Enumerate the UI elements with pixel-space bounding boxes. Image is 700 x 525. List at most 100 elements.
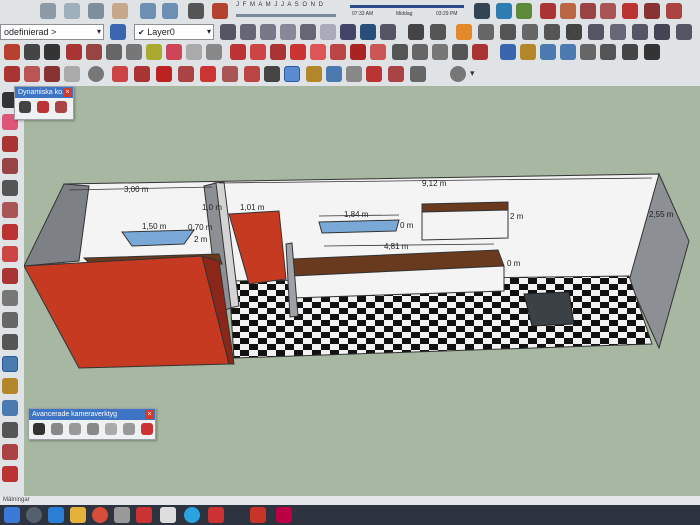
app-icon-3[interactable] — [160, 507, 176, 523]
close-icon[interactable]: × — [145, 410, 154, 419]
axes-icon[interactable] — [472, 44, 488, 60]
solid-tools-icon[interactable] — [310, 44, 326, 60]
fit-icon[interactable] — [580, 44, 596, 60]
zoom-window-icon[interactable] — [610, 24, 626, 40]
camera-look-icon[interactable] — [51, 423, 63, 435]
paint-bucket-icon[interactable] — [24, 66, 40, 82]
print-icon[interactable] — [188, 3, 204, 19]
circle-icon[interactable] — [126, 44, 142, 60]
explorer-icon[interactable] — [70, 507, 86, 523]
tool-icon-2[interactable] — [222, 66, 238, 82]
undo-icon[interactable] — [140, 3, 156, 19]
sandbox-icon-3[interactable] — [580, 3, 596, 19]
copy-icon[interactable] — [64, 3, 80, 19]
orbit-tool-icon[interactable] — [2, 356, 18, 372]
rotate-tool-icon[interactable] — [2, 246, 18, 262]
trim-icon[interactable] — [350, 44, 366, 60]
search-icon[interactable] — [26, 507, 42, 523]
dynamic-components-panel[interactable]: Dynamiska ko... × — [14, 86, 74, 120]
sandbox-icon-4[interactable] — [600, 3, 616, 19]
tool-icon-7[interactable] — [346, 66, 362, 82]
camera-reset-icon[interactable] — [123, 423, 135, 435]
tag-icon[interactable] — [112, 66, 128, 82]
split-icon[interactable] — [370, 44, 386, 60]
intersect-icon[interactable] — [330, 44, 346, 60]
offset-icon[interactable] — [166, 44, 182, 60]
pencil-icon[interactable] — [66, 44, 82, 60]
extension-icon[interactable] — [430, 24, 446, 40]
arc-icon[interactable] — [86, 44, 102, 60]
protractor-icon[interactable] — [432, 44, 448, 60]
scale-icon[interactable] — [270, 44, 286, 60]
walk-through-icon[interactable] — [600, 44, 616, 60]
line-tool-icon[interactable] — [2, 136, 18, 152]
dimension-icon[interactable] — [412, 44, 428, 60]
tool-icon-10[interactable] — [410, 66, 426, 82]
entity-info-icon[interactable] — [110, 24, 126, 40]
paint-tool-icon[interactable] — [2, 466, 18, 482]
skype-icon[interactable] — [184, 507, 200, 523]
view-top-icon[interactable] — [260, 24, 276, 40]
camera-target-icon[interactable] — [141, 423, 153, 435]
look-icon[interactable] — [544, 24, 560, 40]
eraser-icon[interactable] — [64, 66, 80, 82]
select-icon[interactable] — [4, 66, 20, 82]
section-tool-icon[interactable] — [2, 444, 18, 460]
gear-icon[interactable] — [178, 66, 194, 82]
camera-create-icon[interactable] — [33, 423, 45, 435]
pan-icon[interactable] — [520, 44, 536, 60]
redo-icon[interactable] — [162, 3, 178, 19]
camera-tools-panel[interactable]: Avancerade kameraverktyg × — [28, 408, 156, 440]
rotate-icon[interactable] — [250, 44, 266, 60]
app-icon-5[interactable] — [276, 507, 292, 523]
text-tool-icon[interactable] — [2, 334, 18, 350]
layer-dropdown[interactable]: ✔ Layer0 ▾ — [134, 24, 214, 40]
arrow-icon[interactable] — [134, 66, 150, 82]
walk-icon[interactable] — [522, 24, 538, 40]
camera-frustum-icon[interactable] — [87, 423, 99, 435]
circle-tool-icon[interactable] — [88, 66, 104, 82]
offset-tool-icon[interactable] — [2, 290, 18, 306]
app-icon-1[interactable] — [114, 507, 130, 523]
position-icon[interactable] — [566, 24, 582, 40]
view-front-icon[interactable] — [280, 24, 296, 40]
sketchup-icon[interactable] — [250, 507, 266, 523]
paste-icon[interactable] — [88, 3, 104, 19]
scale-tool-icon[interactable] — [2, 268, 18, 284]
push-pull-icon[interactable] — [186, 44, 202, 60]
time-slider[interactable]: 07:33 AM Middag 03:29 PM — [350, 2, 464, 20]
tool-icon-1[interactable] — [200, 66, 216, 82]
section-plane-icon[interactable] — [456, 24, 472, 40]
shaded-icon[interactable] — [340, 24, 356, 40]
section-display-icon[interactable] — [478, 24, 494, 40]
tool-icon-6[interactable] — [326, 66, 342, 82]
tape-measure-icon[interactable] — [392, 44, 408, 60]
zoom-tool-icon[interactable] — [2, 400, 18, 416]
tape-tool-icon[interactable] — [2, 312, 18, 328]
sandbox-icon-7[interactable] — [666, 3, 682, 19]
walk-tool-icon[interactable] — [2, 422, 18, 438]
camera-aspect-icon[interactable] — [105, 423, 117, 435]
edge-icon[interactable] — [48, 507, 64, 523]
style-icon[interactable] — [516, 3, 532, 19]
line-icon[interactable] — [4, 44, 20, 60]
chrome-icon[interactable] — [92, 507, 108, 523]
tool-icon-8[interactable] — [366, 66, 382, 82]
tool-icon-9[interactable] — [388, 66, 404, 82]
tool-icon-5[interactable] — [306, 66, 322, 82]
view-right-icon[interactable] — [300, 24, 316, 40]
shadow-toggle-icon[interactable] — [212, 3, 228, 19]
start-icon[interactable] — [4, 507, 20, 523]
pan-tool-icon[interactable] — [2, 378, 18, 394]
view-iso-icon[interactable] — [240, 24, 256, 40]
scissors-icon[interactable] — [40, 3, 56, 19]
flip-icon[interactable] — [290, 44, 306, 60]
layer-manager-icon[interactable] — [220, 24, 236, 40]
footprint-icon[interactable] — [644, 44, 660, 60]
tool-icon-3[interactable] — [244, 66, 260, 82]
monochrome-icon[interactable] — [380, 24, 396, 40]
erase-icon[interactable] — [112, 3, 128, 19]
move-icon[interactable] — [230, 44, 246, 60]
text-icon[interactable] — [452, 44, 468, 60]
heart-icon[interactable] — [156, 66, 172, 82]
